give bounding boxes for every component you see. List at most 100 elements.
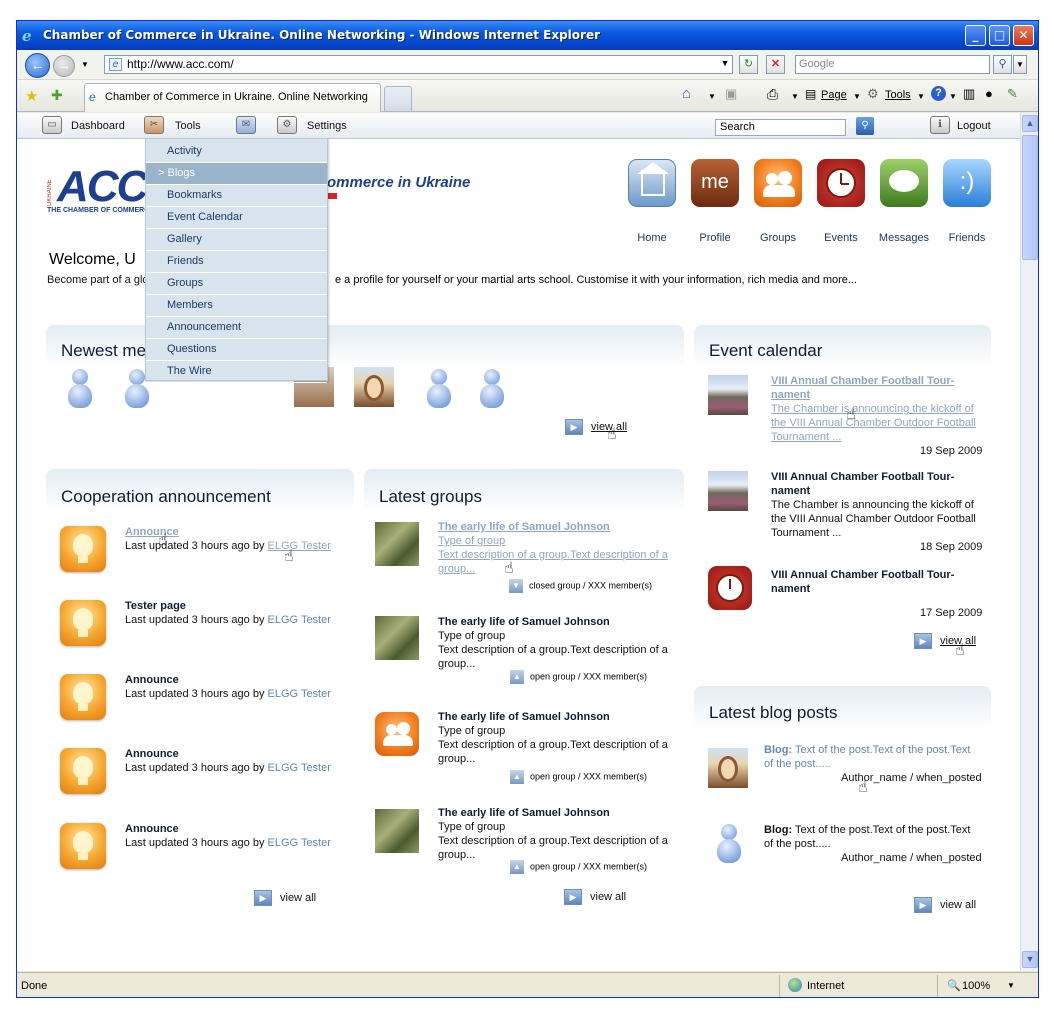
blog-icon[interactable]: ✎	[1007, 86, 1018, 102]
logout-link[interactable]: Logout	[957, 120, 991, 132]
refresh-icon[interactable]: ↻	[739, 55, 758, 74]
nav-settings[interactable]: Settings	[307, 120, 347, 132]
clock-icon[interactable]	[708, 566, 752, 610]
zoom-dropdown-icon[interactable]: ▼	[1007, 981, 1015, 990]
tools-menu[interactable]: Tools	[885, 89, 911, 101]
announcement-title[interactable]: Announce	[125, 673, 331, 687]
member-avatar[interactable]	[478, 369, 506, 409]
lightbulb-icon[interactable]	[60, 600, 106, 646]
add-favorites-icon[interactable]: ✚	[51, 87, 63, 104]
nav-dashboard[interactable]: Dashboard	[71, 120, 125, 132]
search-input[interactable]: Google	[795, 55, 990, 74]
forward-button[interactable]: →	[53, 55, 75, 77]
author-link[interactable]: ELGG Tester	[268, 688, 331, 700]
home-dropdown-icon[interactable]: ▼	[708, 92, 716, 101]
group-title[interactable]: The early life of Samuel Johnson	[438, 520, 678, 534]
menu-item-friends[interactable]: Friends	[146, 251, 327, 273]
zoom-level[interactable]: 100%	[962, 980, 990, 992]
announcement-title[interactable]: Announce	[125, 822, 331, 836]
groups-icon[interactable]	[375, 712, 419, 756]
group-type[interactable]: Type of group	[438, 534, 678, 548]
author-link[interactable]: ELGG Tester	[268, 762, 331, 774]
blog-text[interactable]: Blog: Text of the post.Text of the post.…	[764, 823, 984, 851]
vertical-scrollbar[interactable]: ▲ ▼	[1020, 113, 1038, 971]
menu-item-members[interactable]: Members	[146, 295, 327, 317]
print-icon[interactable]: ⎙	[767, 86, 778, 103]
blog-author-photo[interactable]	[708, 748, 748, 788]
maximize-button[interactable]: □	[989, 25, 1010, 46]
author-link[interactable]: ELGG Tester	[268, 614, 331, 626]
tools-dropdown-icon[interactable]: ▼	[917, 92, 925, 101]
address-dropdown-icon[interactable]: ▼	[717, 55, 733, 74]
announcement-title[interactable]: Tester page	[125, 599, 331, 613]
history-dropdown-icon[interactable]: ▼	[81, 60, 89, 69]
back-button[interactable]: ←	[25, 53, 50, 78]
event-thumbnail[interactable]	[708, 471, 748, 511]
close-button[interactable]: ✕	[1013, 25, 1034, 46]
group-thumbnail[interactable]	[375, 616, 419, 660]
menu-item-activity[interactable]: Activity	[146, 141, 327, 163]
feeds-icon[interactable]: ▣	[725, 86, 737, 102]
groups-icon[interactable]	[754, 159, 802, 207]
help-icon[interactable]: ?	[931, 86, 946, 101]
groups-view-all[interactable]: ▶ view all	[564, 889, 626, 905]
menu-item-blogs[interactable]: > Blogs	[146, 163, 327, 185]
messenger-icon[interactable]: ●	[985, 86, 993, 101]
lightbulb-icon[interactable]	[60, 823, 106, 869]
address-field[interactable]: e http://www.acc.com/	[104, 55, 733, 74]
group-thumbnail[interactable]	[375, 809, 419, 853]
member-avatar[interactable]	[425, 369, 453, 409]
event-title[interactable]: VIII Annual Chamber Football Tour-nament	[771, 374, 981, 402]
help-dropdown-icon[interactable]: ▼	[949, 92, 957, 101]
search-button[interactable]: ⚲	[856, 117, 874, 135]
blog-text[interactable]: Blog: Text of the post.Text of the post.…	[764, 743, 984, 771]
site-search-input[interactable]: Search	[715, 119, 846, 136]
announcement-title[interactable]: Announce	[125, 525, 331, 539]
scroll-down-arrow[interactable]: ▼	[1022, 951, 1038, 968]
menu-item-announcement[interactable]: Announcement	[146, 317, 327, 339]
print-dropdown-icon[interactable]: ▼	[791, 92, 799, 101]
me-icon[interactable]: me	[691, 159, 739, 207]
author-link[interactable]: ELGG Tester	[268, 540, 331, 552]
event-desc[interactable]: The Chamber is announcing the kickoff of…	[771, 402, 981, 444]
clock-icon[interactable]	[817, 159, 865, 207]
scrollbar-thumb[interactable]	[1022, 135, 1038, 260]
group-title[interactable]: The early life of Samuel Johnson	[438, 710, 678, 724]
member-photo[interactable]	[354, 367, 394, 407]
smiley-icon[interactable]: :)	[943, 159, 991, 207]
scroll-up-arrow[interactable]: ▲	[1022, 115, 1038, 132]
page-menu[interactable]: Page	[821, 89, 847, 101]
blog-view-all[interactable]: ▶ view all	[914, 897, 976, 913]
group-title[interactable]: The early life of Samuel Johnson	[438, 615, 678, 629]
group-title[interactable]: The early life of Samuel Johnson	[438, 806, 678, 820]
blog-author[interactable]: Author_name / when_posted	[841, 851, 982, 865]
group-thumbnail[interactable]	[375, 522, 419, 566]
page-dropdown-icon[interactable]: ▼	[853, 92, 861, 101]
menu-item-gallery[interactable]: Gallery	[146, 229, 327, 251]
lightbulb-icon[interactable]	[60, 674, 106, 720]
home-icon[interactable]: ⌂	[682, 85, 691, 102]
search-go-icon[interactable]: ⚲	[993, 55, 1012, 74]
home-app-icon[interactable]	[628, 159, 676, 207]
research-icon[interactable]: ▥	[963, 86, 975, 102]
app-label-profile[interactable]: Profile	[683, 232, 747, 244]
lightbulb-icon[interactable]	[60, 748, 106, 794]
event-title[interactable]: VIII Annual Chamber Football Tour-nament	[771, 568, 981, 596]
minimize-button[interactable]: _	[965, 25, 986, 46]
member-avatar[interactable]	[66, 369, 94, 409]
new-tab-button[interactable]	[384, 86, 412, 111]
cooperation-view-all[interactable]: ▶ view all	[254, 890, 316, 906]
speech-bubble-icon[interactable]	[880, 159, 928, 207]
announcement-title[interactable]: Announce	[125, 747, 331, 761]
menu-item-groups[interactable]: Groups	[146, 273, 327, 295]
favorites-star-icon[interactable]: ★	[25, 87, 38, 105]
search-options-icon[interactable]: ▼	[1013, 55, 1027, 74]
author-link[interactable]: ELGG Tester	[268, 837, 331, 849]
nav-tools[interactable]: Tools	[175, 120, 201, 132]
event-title[interactable]: VIII Annual Chamber Football Tour-nament	[771, 470, 981, 498]
menu-item-the-wire[interactable]: The Wire	[146, 361, 327, 383]
event-thumbnail[interactable]	[708, 375, 748, 415]
menu-item-questions[interactable]: Questions	[146, 339, 327, 361]
menu-item-bookmarks[interactable]: Bookmarks	[146, 185, 327, 207]
menu-item-event-calendar[interactable]: Event Calendar	[146, 207, 327, 229]
